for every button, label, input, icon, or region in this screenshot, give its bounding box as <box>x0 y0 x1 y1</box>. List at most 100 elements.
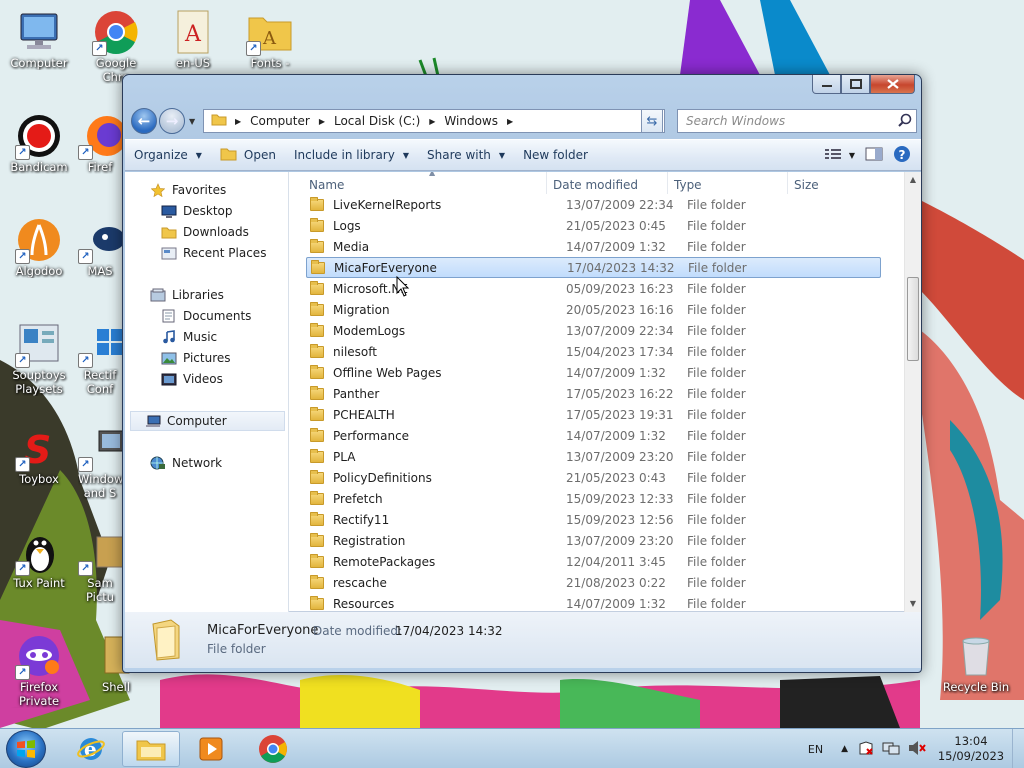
desktop-icon-bandicam[interactable]: ↗ Bandicam <box>1 112 77 174</box>
file-row[interactable]: PLA 13/07/2009 23:20 File folder <box>306 446 881 467</box>
share-label: Share with <box>427 148 491 162</box>
breadcrumb-computer[interactable]: Computer <box>250 114 310 128</box>
clock[interactable]: 13:04 15/09/2023 <box>936 734 1006 764</box>
chevron-right-icon[interactable]: ▶ <box>507 117 513 126</box>
details-modified-value: 17/04/2023 14:32 <box>395 624 503 638</box>
scroll-down-icon[interactable]: ▼ <box>905 596 921 612</box>
file-row[interactable]: Performance 14/07/2009 1:32 File folder <box>306 425 881 446</box>
column-header-type[interactable]: Type <box>668 172 788 194</box>
desktop-icon-en-us[interactable]: A en-US <box>155 8 231 70</box>
file-row[interactable]: LiveKernelReports 13/07/2009 22:34 File fo… <box>306 194 881 215</box>
taskbar-media-player[interactable] <box>182 731 240 767</box>
file-row[interactable]: Rectify11 15/09/2023 12:56 File folder <box>306 509 881 530</box>
nav-desktop[interactable]: Desktop <box>161 201 233 221</box>
nav-pictures[interactable]: Pictures <box>161 348 231 368</box>
nav-libraries[interactable]: Libraries <box>150 285 224 305</box>
bandicam-icon: ↗ <box>15 112 63 160</box>
refresh-button[interactable]: ⇆ <box>641 109 663 133</box>
desktop-icon-chrome[interactable]: ↗ Google Chro <box>78 8 154 84</box>
show-hidden-icons-icon[interactable]: ▲ <box>841 744 848 754</box>
chevron-right-icon[interactable]: ▶ <box>429 117 435 126</box>
maximize-button[interactable] <box>841 75 870 94</box>
show-desktop-button[interactable] <box>1012 729 1024 768</box>
svg-text:A: A <box>262 28 277 49</box>
nav-documents[interactable]: Documents <box>161 306 251 326</box>
desktop-icon-sample-pictures[interactable]: ↗ Sam Pictu <box>78 528 122 604</box>
file-row[interactable]: Migration 20/05/2023 16:16 File folder <box>306 299 881 320</box>
file-row[interactable]: Panther 17/05/2023 16:22 File folder <box>306 383 881 404</box>
nav-network[interactable]: Network <box>150 453 222 473</box>
address-bar[interactable]: ▶ Computer ▶ Local Disk (C:) ▶ Windows ▶… <box>203 109 665 133</box>
close-button[interactable] <box>870 75 915 94</box>
view-dropdown-icon[interactable]: ▼ <box>849 151 855 160</box>
vertical-scrollbar[interactable]: ▲ ▼ <box>904 172 921 612</box>
file-row[interactable]: PolicyDefinitions 21/05/2023 0:43 File fol… <box>306 467 881 488</box>
view-options-icon[interactable] <box>824 148 841 163</box>
search-icon[interactable] <box>898 113 912 130</box>
network-status-icon[interactable] <box>882 740 900 759</box>
desktop-icon-firefox-private[interactable]: ↗ Firefox Private Browsing <box>1 632 77 708</box>
back-button[interactable]: ← <box>131 108 157 134</box>
column-header-name[interactable]: Name ▲ <box>291 172 547 194</box>
file-row[interactable]: ModemLogs 13/07/2009 22:34 File folder <box>306 320 881 341</box>
new-folder-button[interactable]: New folder <box>514 142 597 168</box>
include-in-library-button[interactable]: Include in library ▼ <box>285 142 418 168</box>
nav-downloads[interactable]: Downloads <box>161 222 249 242</box>
file-row[interactable]: Prefetch 15/09/2023 12:33 File folder <box>306 488 881 509</box>
share-with-button[interactable]: Share with ▼ <box>418 142 514 168</box>
forward-button[interactable]: → <box>159 108 185 134</box>
nav-recent-places[interactable]: Recent Places <box>161 243 266 263</box>
file-date: 21/05/2023 0:43 <box>566 470 666 485</box>
file-row[interactable]: RemotePackages 12/04/2011 3:45 File folder <box>306 551 881 572</box>
file-row[interactable]: Microsoft.NE 05/09/2023 16:23 File folder <box>306 278 881 299</box>
minimize-button[interactable] <box>812 75 841 94</box>
file-row[interactable]: Registration 13/07/2009 23:20 File folder <box>306 530 881 551</box>
breadcrumb-windows[interactable]: Windows <box>444 114 498 128</box>
chevron-right-icon[interactable]: ▶ <box>319 117 325 126</box>
column-header-size[interactable]: Size <box>788 172 868 194</box>
file-row[interactable]: PCHEALTH 17/05/2023 19:31 File folder <box>306 404 881 425</box>
chevron-right-icon[interactable]: ▶ <box>235 117 241 126</box>
file-row[interactable]: Resources 14/07/2009 1:32 File folder <box>306 593 881 612</box>
svg-text:A: A <box>184 22 202 47</box>
start-button[interactable] <box>6 730 46 768</box>
column-header-date[interactable]: Date modified <box>547 172 668 194</box>
file-row[interactable]: Offline Web Pages 14/07/2009 1:32 File fol… <box>306 362 881 383</box>
desktop-icon-souptoys[interactable]: ↗ Souptoys Playsets <box>1 320 77 396</box>
search-input[interactable]: Search Windows <box>677 109 917 133</box>
desktop-icon-toybox[interactable]: S ↗ Toybox <box>1 424 77 486</box>
scroll-up-icon[interactable]: ▲ <box>905 172 921 188</box>
action-center-icon[interactable] <box>858 740 874 759</box>
desktop-icon-recycle-bin[interactable]: Recycle Bin <box>938 632 1014 694</box>
nav-music[interactable]: Music <box>161 327 217 347</box>
taskbar-chrome[interactable] <box>244 731 302 767</box>
file-row[interactable]: rescache 21/08/2023 0:22 File folder <box>306 572 881 593</box>
help-icon[interactable]: ? <box>893 145 911 166</box>
toybox-icon: S ↗ <box>15 424 63 472</box>
desktop-icon-computer[interactable]: Computer <box>1 8 77 70</box>
volume-muted-icon[interactable] <box>908 740 926 759</box>
desktop-icon-windows[interactable]: ↗ Window and S <box>78 424 122 500</box>
file-row[interactable]: Logs 21/05/2023 0:45 File folder <box>306 215 881 236</box>
desktop-icon-firefox[interactable]: ↗ Firef <box>78 112 122 174</box>
nav-videos[interactable]: Videos <box>161 369 223 389</box>
nav-favorites[interactable]: Favorites <box>150 180 226 200</box>
recent-pages-dropdown[interactable]: ▼ <box>189 117 195 126</box>
taskbar-explorer[interactable] <box>122 731 180 767</box>
desktop-icon-tux-paint[interactable]: ↗ Tux Paint <box>1 528 77 590</box>
organize-button[interactable]: Organize ▼ <box>125 142 211 168</box>
file-row[interactable]: Media 14/07/2009 1:32 File folder <box>306 236 881 257</box>
desktop-icon-rectify[interactable]: ↗ Rectif Conf <box>78 320 122 396</box>
desktop-icon-algodoo[interactable]: ↗ Algodoo <box>1 216 77 278</box>
breadcrumb-local-disk[interactable]: Local Disk (C:) <box>334 114 420 128</box>
scroll-thumb[interactable] <box>907 277 919 361</box>
file-row[interactable]: nilesoft 15/04/2023 17:34 File folder <box>306 341 881 362</box>
language-indicator[interactable]: EN <box>808 743 823 756</box>
open-button[interactable]: Open <box>211 142 285 168</box>
nav-computer[interactable]: Computer <box>130 411 285 431</box>
taskbar-internet-explorer[interactable]: e <box>62 731 120 767</box>
preview-pane-icon[interactable] <box>865 147 883 164</box>
desktop-icon-fonts[interactable]: A ↗ Fonts - <box>232 8 308 70</box>
file-row[interactable]: MicaForEveryone 17/04/2023 14:32 File fold… <box>306 257 881 278</box>
desktop-icon-mas[interactable]: ↗ MAS <box>78 216 122 278</box>
